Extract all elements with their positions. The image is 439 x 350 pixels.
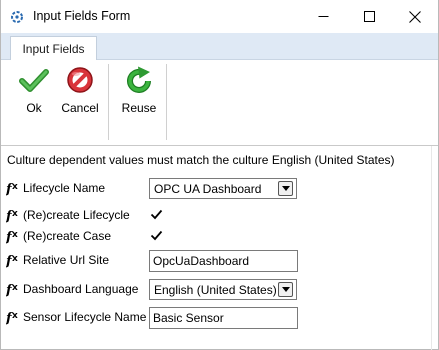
- chevron-down-icon: [281, 287, 290, 292]
- field-row-sensor-lifecycle-name: f x Sensor Lifecycle Name: [1, 307, 438, 329]
- close-icon: [409, 10, 421, 23]
- ribbon-separator: [166, 64, 167, 140]
- lifecycle-name-select[interactable]: OPC UA Dashboard: [149, 178, 297, 199]
- dropdown-arrow-button[interactable]: [278, 282, 293, 297]
- ribbon-panel: Ok Cancel Reuse: [1, 60, 438, 146]
- chevron-down-icon: [281, 186, 290, 191]
- sensor-lifecycle-name-field[interactable]: [149, 307, 298, 329]
- recreate-case-label: (Re)create Case: [23, 229, 112, 243]
- minimize-button[interactable]: [300, 0, 346, 33]
- cancel-label: Cancel: [61, 101, 99, 115]
- close-button[interactable]: [392, 0, 438, 33]
- svg-text:x: x: [12, 311, 18, 321]
- tab-input-fields[interactable]: Input Fields: [10, 36, 97, 61]
- recreate-lifecycle-label: (Re)create Lifecycle: [23, 208, 130, 222]
- function-icon: f x: [6, 209, 18, 223]
- ribbon-separator: [108, 64, 109, 140]
- svg-text:x: x: [12, 283, 18, 293]
- refresh-icon: [127, 66, 151, 93]
- svg-text:x: x: [12, 209, 18, 219]
- field-row-recreate-lifecycle: f x (Re)create Lifecycle: [1, 205, 438, 225]
- field-row-relative-url-site: f x Relative Url Site: [1, 250, 438, 272]
- window-title: Input Fields Form: [33, 9, 131, 23]
- relative-url-site-input[interactable]: [153, 254, 293, 268]
- ribbon-tab-strip: Input Fields: [1, 33, 438, 61]
- maximize-button[interactable]: [346, 0, 392, 33]
- function-icon: f x: [6, 283, 18, 297]
- recreate-lifecycle-checkbox[interactable]: [150, 208, 163, 221]
- sensor-lifecycle-name-input[interactable]: [153, 311, 293, 325]
- svg-text:x: x: [12, 254, 18, 264]
- cancel-icon: [67, 67, 93, 93]
- dropdown-arrow-button[interactable]: [278, 181, 293, 196]
- maximize-icon: [363, 11, 375, 22]
- reuse-label: Reuse: [121, 101, 157, 115]
- svg-text:x: x: [12, 230, 18, 240]
- title-bar: Input Fields Form: [1, 0, 438, 33]
- field-row-recreate-case: f x (Re)create Case: [1, 226, 438, 246]
- field-row-lifecycle-name: f x Lifecycle Name OPC UA Dashboard: [1, 178, 438, 199]
- culture-note: Culture dependent values must match the …: [7, 153, 395, 167]
- dashboard-language-value: English (United States): [154, 283, 277, 297]
- checkmark-icon: [19, 69, 49, 92]
- function-icon: f x: [6, 230, 18, 244]
- ok-button[interactable]: Ok: [17, 65, 51, 119]
- cancel-button[interactable]: Cancel: [58, 65, 102, 119]
- form-right-border: [431, 146, 432, 350]
- lifecycle-name-value: OPC UA Dashboard: [154, 182, 262, 196]
- function-icon: f x: [6, 311, 18, 325]
- function-icon: f x: [6, 254, 18, 268]
- minimize-icon: [318, 16, 328, 17]
- relative-url-site-label: Relative Url Site: [23, 253, 110, 267]
- dashboard-language-select[interactable]: English (United States): [149, 279, 297, 300]
- field-row-dashboard-language: f x Dashboard Language English (United S…: [1, 279, 438, 300]
- dashboard-language-label: Dashboard Language: [23, 282, 139, 296]
- ok-label: Ok: [26, 101, 42, 115]
- sensor-lifecycle-name-label: Sensor Lifecycle Name: [23, 310, 147, 324]
- lifecycle-name-label: Lifecycle Name: [23, 181, 106, 195]
- relative-url-site-field[interactable]: [149, 250, 298, 272]
- reuse-button[interactable]: Reuse: [118, 65, 160, 119]
- svg-text:x: x: [12, 182, 18, 192]
- app-icon: [11, 11, 23, 23]
- recreate-case-checkbox[interactable]: [150, 229, 163, 242]
- input-fields-window: Input Fields Form Input Fields Ok Cancel…: [0, 0, 439, 350]
- function-icon: f x: [6, 182, 18, 196]
